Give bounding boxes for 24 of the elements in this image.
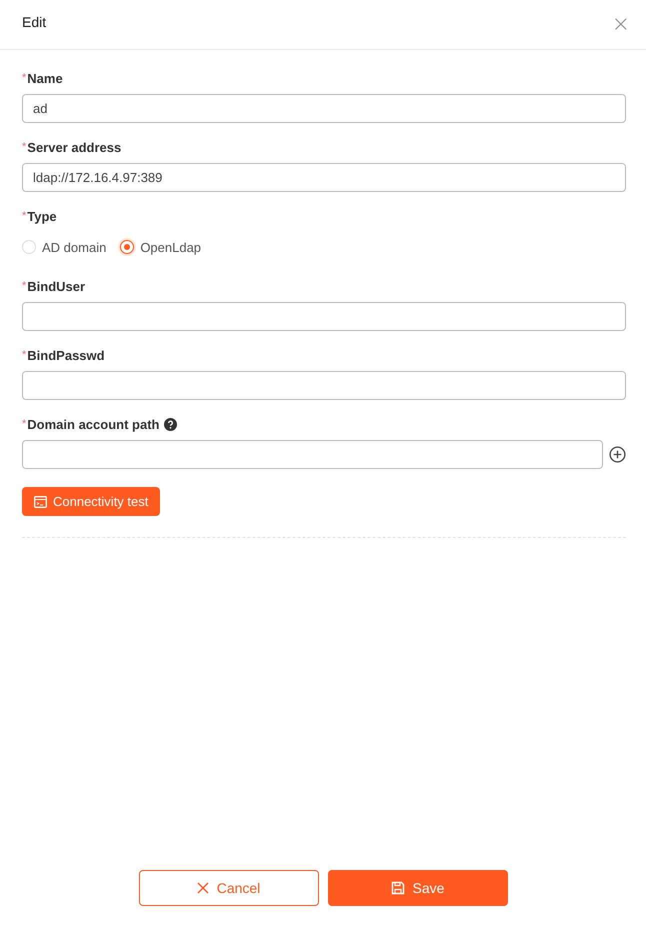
radio-option[interactable]: OpenLdap [120,240,202,254]
field-label: Domain account path [27,416,160,432]
required-mark: * [22,141,26,153]
field-label: Name [27,70,63,86]
input-field[interactable]: ad [22,94,626,123]
dialog-title: Edit [22,14,46,30]
input-field[interactable] [22,371,626,400]
close-icon [196,882,209,894]
field-label: Server address [27,140,122,154]
radio-option[interactable]: AD domain [22,240,106,254]
field-label: BindPasswd [27,348,105,362]
field-label: BindUser [27,278,86,294]
required-mark: * [22,72,26,84]
input-field[interactable] [22,302,626,331]
input-field[interactable] [22,440,603,469]
field-label: Type [27,208,57,224]
terminal-icon [34,496,47,508]
add-icon[interactable] [609,446,626,463]
input-field[interactable]: ldap://172.16.4.97:389 [22,163,626,192]
required-mark: * [22,280,26,292]
required-mark: * [22,349,26,361]
required-mark: * [22,418,26,430]
required-mark: * [22,210,26,222]
save-icon [390,881,405,895]
